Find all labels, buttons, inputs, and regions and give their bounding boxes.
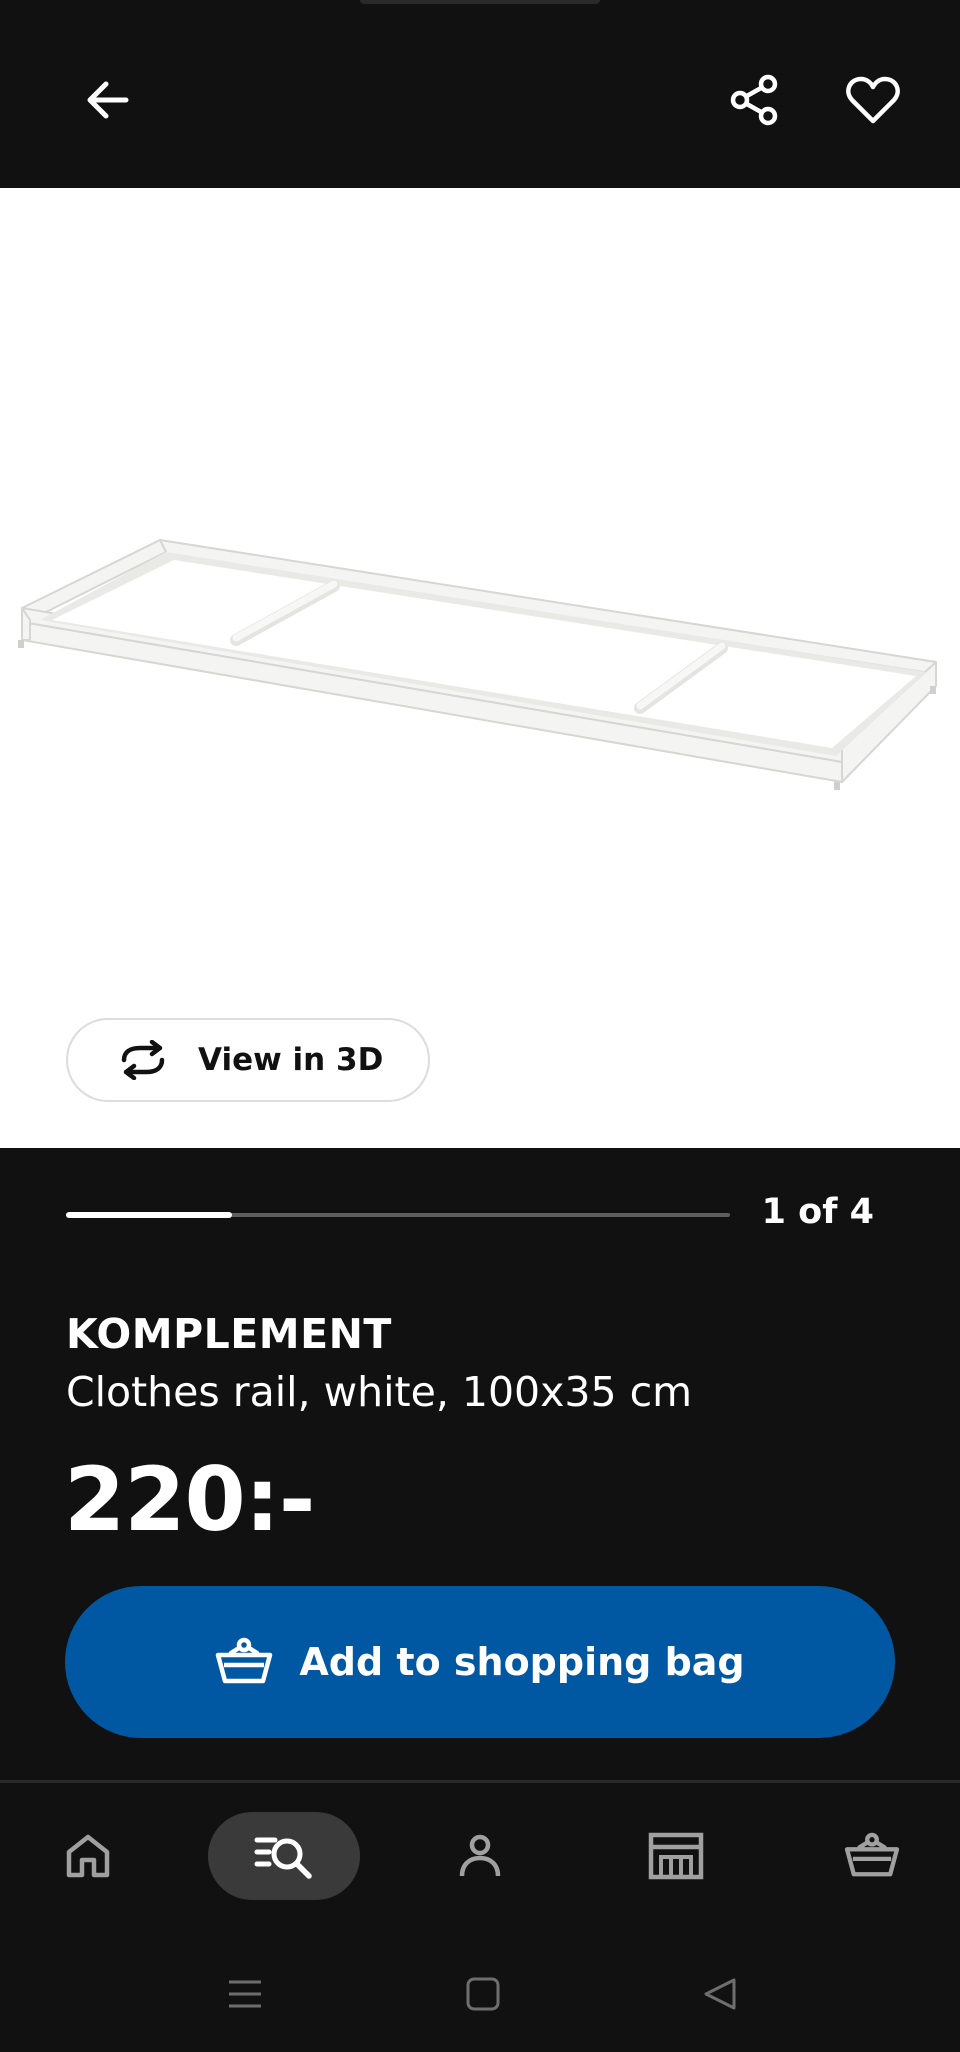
shopping-basket-icon — [216, 1637, 273, 1684]
system-home-button[interactable] — [443, 1964, 523, 2024]
gallery-progress-fill — [66, 1212, 232, 1218]
back-triangle-icon — [704, 1978, 736, 2010]
product-price: 220:- — [64, 1448, 315, 1551]
home-icon — [66, 1834, 110, 1878]
product-image — [18, 539, 937, 790]
nav-profile[interactable] — [430, 1812, 530, 1900]
bottom-nav-divider — [0, 1780, 960, 1783]
gallery-progress-bar — [66, 1212, 730, 1218]
profile-icon — [459, 1834, 501, 1877]
nav-shopping-bag[interactable] — [822, 1812, 922, 1900]
home-square-icon — [466, 1977, 500, 2011]
favourite-button[interactable] — [825, 52, 921, 148]
nav-search[interactable] — [208, 1812, 360, 1900]
share-icon — [730, 74, 778, 126]
view-in-3d-label: View in 3D — [198, 1042, 384, 1078]
back-button[interactable] — [60, 52, 156, 148]
slide-counter: 1 of 4 — [761, 1192, 874, 1232]
menu-icon — [229, 1980, 261, 2008]
system-recent-apps-button[interactable] — [205, 1964, 285, 2024]
system-back-button[interactable] — [680, 1964, 760, 2024]
heart-outline-icon — [846, 76, 900, 124]
arrow-left-icon — [87, 81, 129, 119]
search-list-icon — [254, 1837, 312, 1879]
store-icon — [648, 1832, 704, 1880]
product-name: KOMPLEMENT — [66, 1310, 392, 1358]
product-image-gallery[interactable]: View in 3D — [0, 188, 960, 1148]
add-to-shopping-bag-label: Add to shopping bag — [299, 1640, 745, 1684]
share-button[interactable] — [706, 52, 802, 148]
add-to-shopping-bag-button[interactable]: Add to shopping bag — [65, 1586, 895, 1738]
rotate-3d-icon — [121, 1040, 165, 1080]
nav-home[interactable] — [38, 1812, 138, 1900]
status-notch — [360, 0, 600, 4]
nav-stores[interactable] — [626, 1812, 726, 1900]
shopping-basket-icon — [844, 1832, 900, 1877]
product-description: Clothes rail, white, 100x35 cm — [66, 1368, 693, 1416]
view-in-3d-button[interactable]: View in 3D — [66, 1018, 430, 1102]
